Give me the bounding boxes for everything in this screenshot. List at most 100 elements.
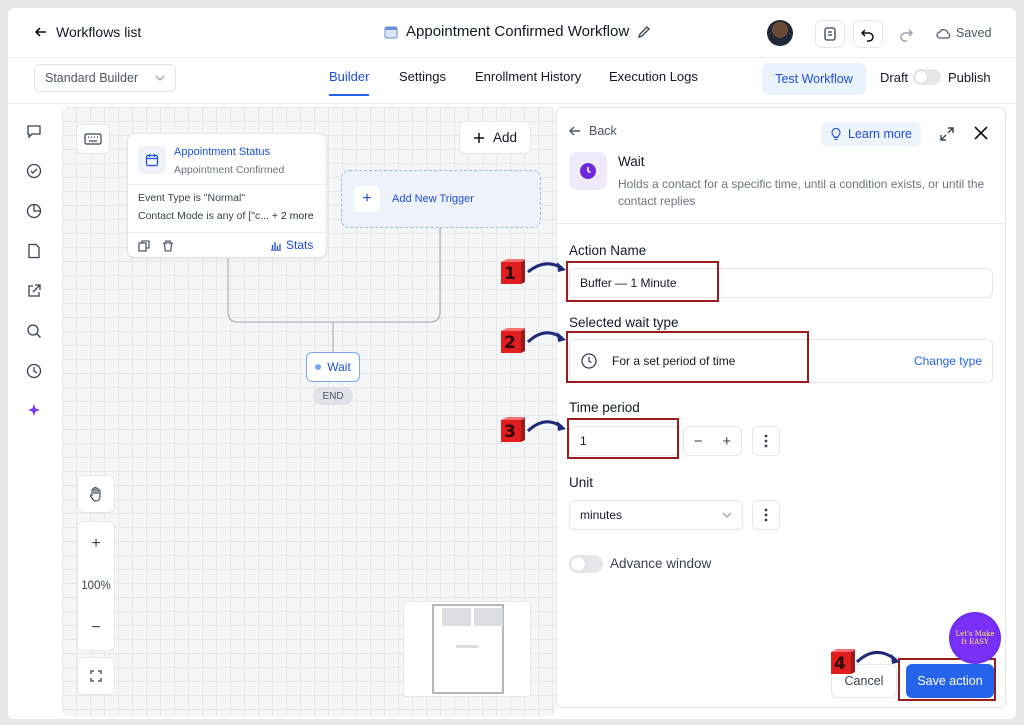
time-period-more-button[interactable]	[752, 426, 780, 456]
hand-icon	[89, 486, 101, 502]
advance-window-toggle[interactable]	[569, 555, 603, 573]
kebab-icon	[764, 434, 768, 448]
comment-icon[interactable]	[25, 122, 43, 140]
learn-more-label: Learn more	[848, 127, 912, 141]
chevron-down-icon	[155, 75, 165, 81]
tab-settings[interactable]: Settings	[399, 69, 446, 84]
decrement-button[interactable]: −	[694, 433, 703, 450]
pencil-icon[interactable]	[637, 25, 651, 39]
back-label: Workflows list	[56, 24, 142, 40]
plus-icon	[473, 132, 484, 143]
left-rail	[8, 104, 60, 719]
expand-panel-icon[interactable]	[939, 126, 955, 142]
draft-label: Draft	[880, 70, 909, 85]
search-icon[interactable]	[25, 322, 43, 340]
trash-icon[interactable]	[162, 240, 174, 252]
pie-chart-icon[interactable]	[25, 202, 43, 220]
status-dot	[315, 364, 322, 370]
highlight-box-3	[567, 418, 679, 459]
check-circle-icon[interactable]	[25, 162, 43, 180]
workflow-title-text: Appointment Confirmed Workflow	[406, 23, 630, 40]
divider	[128, 184, 326, 185]
add-new-trigger-button[interactable]: + Add New Trigger	[341, 170, 541, 228]
history-icon[interactable]	[25, 362, 43, 380]
external-link-icon[interactable]	[25, 282, 43, 300]
panel-back-button[interactable]: Back	[569, 124, 617, 138]
keyboard-icon	[84, 133, 102, 145]
undo-icon	[860, 29, 874, 42]
time-period-label: Time period	[569, 400, 640, 415]
highlight-box-4	[898, 658, 996, 701]
more-filters-link[interactable]: + 2 more	[272, 210, 314, 222]
trigger-card[interactable]: Appointment Status Appointment Confirmed…	[127, 133, 327, 258]
panel-description: Holds a contact for a specific time, unt…	[618, 177, 985, 208]
pan-tool-button[interactable]	[77, 475, 115, 513]
plus-icon: +	[354, 186, 380, 212]
change-type-link[interactable]: Change type	[914, 354, 982, 368]
sparkle-icon[interactable]	[25, 402, 43, 420]
unit-label: Unit	[569, 475, 594, 490]
trigger-filter-1: Event Type is "Normal"	[138, 192, 246, 204]
wait-node[interactable]: Wait	[306, 352, 360, 382]
saved-status: Saved	[936, 26, 991, 40]
minimap[interactable]	[403, 601, 531, 697]
unit-select[interactable]: minutes	[569, 500, 743, 530]
zoom-out-button[interactable]: −	[91, 619, 100, 637]
cloud-check-icon	[936, 29, 951, 39]
test-workflow-button[interactable]: Test Workflow	[762, 63, 866, 95]
advance-window-label: Advance window	[610, 556, 712, 571]
panel-back-label: Back	[589, 124, 617, 138]
step-badge-3: 3	[497, 416, 527, 446]
undo-button[interactable]	[853, 20, 883, 48]
tab-execution-logs[interactable]: Execution Logs	[609, 69, 698, 84]
divider	[557, 223, 1005, 224]
step-badge-2: 2	[497, 327, 527, 357]
learn-more-button[interactable]: Learn more	[821, 122, 921, 146]
highlight-box-1	[566, 261, 719, 302]
unit-value: minutes	[580, 508, 623, 522]
redo-button[interactable]	[891, 20, 921, 48]
calendar-icon	[384, 26, 398, 38]
back-to-workflows-button[interactable]: Workflows list	[34, 24, 141, 40]
watermark-logo: Let's Make It EASY	[949, 612, 1001, 664]
builder-select[interactable]: Standard Builder	[34, 64, 176, 92]
publish-toggle[interactable]	[913, 69, 941, 85]
avatar[interactable]	[767, 20, 793, 46]
workflow-title: Appointment Confirmed Workflow	[384, 23, 651, 40]
stats-button[interactable]: Stats	[270, 238, 313, 252]
top-bar: Workflows list Appointment Confirmed Wor…	[8, 8, 1016, 58]
tab-builder[interactable]: Builder	[329, 69, 369, 84]
zoom-in-button[interactable]: +	[91, 535, 100, 553]
increment-button[interactable]: +	[722, 433, 731, 450]
step-number: 2	[504, 333, 516, 353]
logs-button[interactable]	[815, 20, 845, 48]
add-button[interactable]: Add	[459, 121, 531, 154]
wait-node-label: Wait	[327, 360, 351, 374]
tab-enrollment-history[interactable]: Enrollment History	[475, 69, 581, 84]
zoom-controls: + 100% −	[77, 521, 115, 651]
lightbulb-icon	[831, 127, 841, 140]
sub-bar: Standard Builder Builder Settings Enroll…	[8, 58, 1016, 104]
trigger-filter-2: Contact Mode is any of ["c... + 2 more	[138, 210, 314, 222]
panel-heading: Wait	[618, 154, 645, 169]
zoom-level: 100%	[81, 579, 111, 592]
trigger-subtitle: Appointment Confirmed	[174, 164, 285, 176]
keyboard-shortcuts-button[interactable]	[76, 124, 110, 154]
step-number: 3	[504, 422, 516, 442]
fit-view-button[interactable]	[77, 657, 115, 695]
action-panel: Back Learn more Wait Holds a contact for…	[556, 107, 1006, 708]
stats-label: Stats	[286, 238, 314, 252]
time-period-stepper: − +	[683, 426, 742, 456]
unit-more-button[interactable]	[752, 500, 780, 530]
document-icon[interactable]	[25, 242, 43, 260]
add-label: Add	[492, 130, 518, 145]
watermark-text: Let's Make It EASY	[955, 630, 995, 646]
copy-icon[interactable]	[138, 240, 150, 252]
trigger-title: Appointment Status	[174, 146, 271, 158]
redo-icon	[900, 29, 914, 42]
end-pill: END	[313, 387, 353, 405]
divider	[128, 232, 326, 233]
chevron-down-icon	[722, 512, 732, 518]
expand-icon	[90, 670, 102, 682]
close-icon[interactable]	[973, 125, 989, 141]
